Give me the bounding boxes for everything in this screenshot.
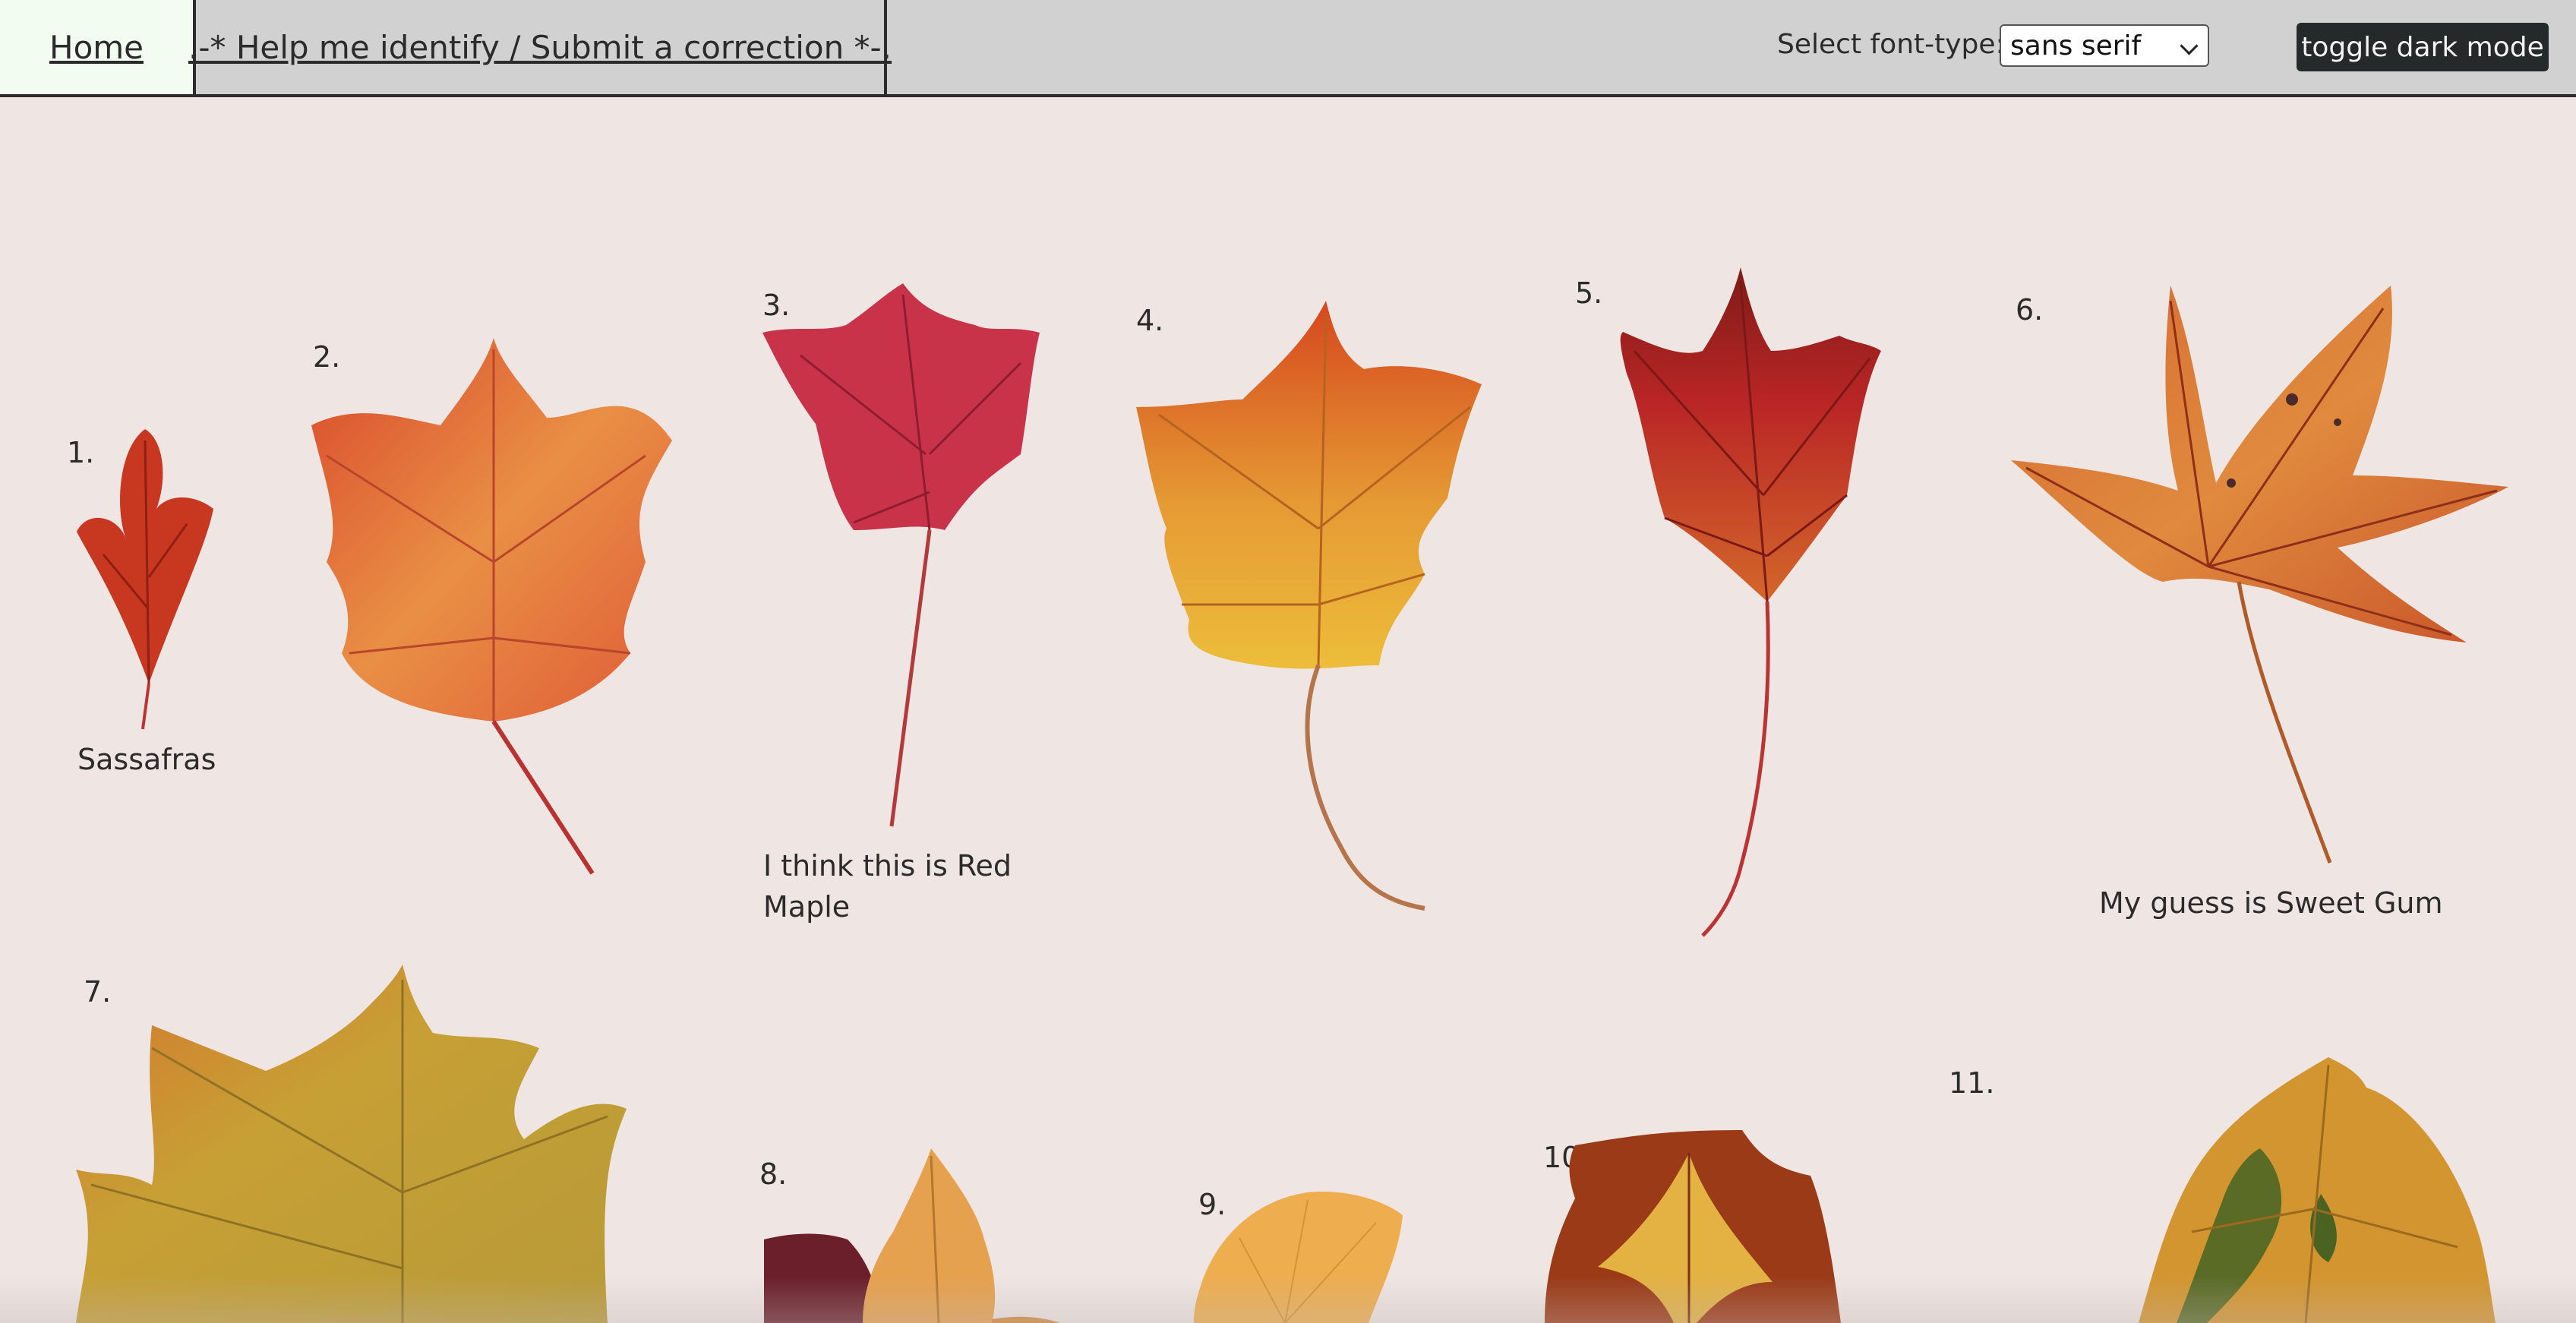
leaf-image-6[interactable] — [2011, 286, 2512, 870]
font-type-select[interactable]: sans serif — [2000, 24, 2209, 67]
font-type-label: Select font-type: — [1777, 29, 2005, 60]
leaf-image-7[interactable] — [76, 965, 630, 1323]
leaf-caption: Sassafras — [77, 743, 216, 776]
leaf-number: 11. — [1949, 1066, 1995, 1100]
leaf-image-5[interactable] — [1619, 267, 1882, 943]
leaf-number: 5. — [1575, 276, 1603, 310]
leaf-caption: My guess is Sweet Gum — [2099, 886, 2443, 920]
leaf-image-4[interactable] — [1136, 301, 1485, 916]
toggle-dark-mode-button[interactable]: toggle dark mode — [2297, 23, 2549, 71]
top-nav-bar: Home .-* Help me identify / Submit a cor… — [0, 0, 2576, 97]
chevron-down-icon — [2180, 36, 2199, 55]
font-type-selected-value: sans serif — [2010, 30, 2142, 62]
help-identify-link[interactable]: .-* Help me identify / Submit a correcti… — [188, 0, 892, 94]
leaf-image-2[interactable] — [311, 334, 676, 881]
leaf-image-3[interactable] — [762, 279, 1043, 834]
leaf-caption: I think this is Red Maple — [763, 849, 1012, 924]
bottom-scroll-shadow — [0, 1276, 2576, 1323]
home-link[interactable]: Home — [0, 0, 196, 94]
leaf-image-1[interactable] — [73, 425, 217, 730]
